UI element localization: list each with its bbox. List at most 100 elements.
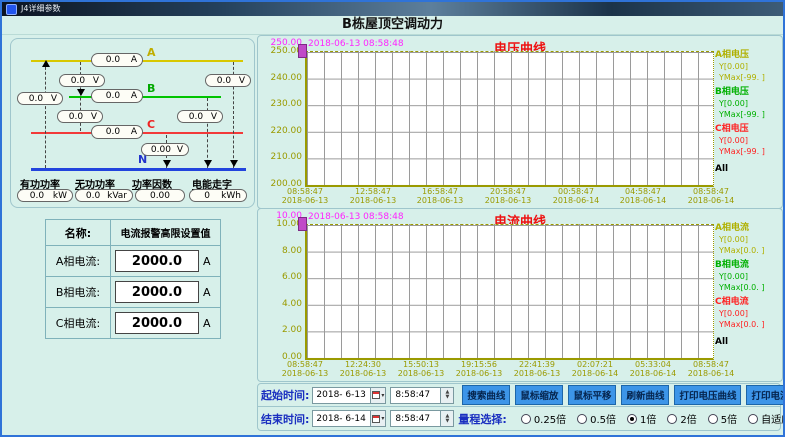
x-tick: 20:58:472018-06-13 bbox=[478, 187, 538, 205]
radio-icon[interactable] bbox=[667, 414, 677, 424]
legend-all[interactable]: All bbox=[715, 164, 728, 174]
calendar-dropdown-icon[interactable]: ▾ bbox=[370, 411, 385, 426]
cursor-timestamp: 2018-06-13 08:58:48 bbox=[308, 212, 404, 222]
phase-c-label: C bbox=[147, 118, 155, 131]
legend-phase-b-voltage[interactable]: B相电压 Y[0.00] YMax[-99. ] bbox=[715, 87, 781, 120]
arrow-up-icon bbox=[42, 60, 50, 67]
y-tick: 220.00 bbox=[260, 126, 302, 136]
x-tick: 08:58:472018-06-13 bbox=[275, 187, 335, 205]
print-current-curve-button[interactable]: 打印电流曲线 bbox=[746, 385, 785, 405]
legend-phase-a-current[interactable]: A相电流 Y[0.00] YMax[0.0. ] bbox=[715, 223, 781, 256]
unit-label: A bbox=[203, 317, 211, 330]
legend-phase-a-voltage[interactable]: A相电压 Y[0.00] YMax[-99. ] bbox=[715, 50, 781, 83]
start-date-picker[interactable]: 2018- 6-13 ▾ bbox=[312, 387, 386, 404]
end-date-picker[interactable]: 2018- 6-14 ▾ bbox=[312, 410, 386, 427]
neutral-line bbox=[31, 168, 246, 171]
range-option-05x[interactable]: 0.5倍 bbox=[577, 411, 616, 426]
value-column-header: 电流报警高限设置值 bbox=[111, 220, 221, 246]
window-title: J4详细参数 bbox=[21, 4, 60, 14]
voltage-readout: 0.0 V bbox=[59, 74, 105, 87]
arrow-down-icon bbox=[230, 160, 238, 167]
spinner-icon[interactable]: ▲▼ bbox=[440, 411, 453, 426]
alarm-settings-table: 名称: 电流报警高限设置值 A相电流: 2000.0 A B相电流: 2000.… bbox=[45, 219, 221, 339]
voltage-readout: 0.0 V bbox=[205, 74, 251, 87]
name-column-header: 名称: bbox=[46, 220, 111, 246]
range-option-2x[interactable]: 2倍 bbox=[667, 411, 696, 426]
radio-icon[interactable] bbox=[708, 414, 718, 424]
unit-label: A bbox=[203, 286, 211, 299]
phase-a-current-readout: 0.0 A bbox=[91, 53, 143, 67]
table-row: B相电流: 2000.0 A bbox=[46, 277, 221, 308]
calendar-dropdown-icon[interactable]: ▾ bbox=[370, 388, 385, 403]
print-voltage-curve-button[interactable]: 打印电压曲线 bbox=[674, 385, 741, 405]
titlebar[interactable]: J4详细参数 bbox=[2, 2, 783, 16]
reactive-power-readout: 0.0 kVar bbox=[75, 189, 133, 202]
phase-c-current-readout: 0.0 A bbox=[91, 125, 143, 139]
radio-icon[interactable] bbox=[521, 414, 531, 424]
x-tick: 16:58:472018-06-13 bbox=[410, 187, 470, 205]
end-time-spinner[interactable]: 8:58:47 ▲▼ bbox=[390, 410, 454, 427]
y-tick: 4.00 bbox=[260, 299, 302, 309]
y-tick: 210.00 bbox=[260, 152, 302, 162]
arrow-down-icon bbox=[77, 89, 85, 96]
end-time-label: 结束时间: bbox=[261, 411, 309, 427]
y-tick: 10.00 bbox=[260, 219, 302, 229]
phase-c-limit-input[interactable]: 2000.0 bbox=[115, 312, 199, 334]
mouse-pan-button[interactable]: 鼠标平移 bbox=[568, 385, 616, 405]
voltage-readout: 0.00 V bbox=[141, 143, 189, 156]
voltage-plot-area[interactable] bbox=[305, 51, 714, 187]
legend-all[interactable]: All bbox=[715, 337, 728, 347]
x-tick: 08:58:472018-06-13 bbox=[275, 360, 335, 378]
chart-cursor-handle[interactable] bbox=[298, 217, 307, 231]
range-option-5x[interactable]: 5倍 bbox=[708, 411, 737, 426]
table-row: A相电流: 2000.0 A bbox=[46, 246, 221, 277]
range-option-1x[interactable]: 1倍 bbox=[627, 411, 656, 426]
range-option-auto[interactable]: 自适应 bbox=[748, 411, 785, 426]
spinner-icon[interactable]: ▲▼ bbox=[440, 388, 453, 403]
voltage-chart-panel: 电压曲线 250.00 2018-06-13 08:58:48 250.00 2… bbox=[257, 35, 783, 209]
active-power-readout: 0.0 kW bbox=[17, 189, 73, 202]
app-window: J4详细参数 B栋屋顶空调动力 A B C N 0.0 A 0.0 A 0.0 bbox=[0, 0, 785, 437]
search-curve-button[interactable]: 搜索曲线 bbox=[462, 385, 510, 405]
voltage-readout: 0.0 V bbox=[57, 110, 103, 123]
cursor-timestamp: 2018-06-13 08:58:48 bbox=[308, 39, 404, 49]
phase-a-limit-input[interactable]: 2000.0 bbox=[115, 250, 199, 272]
legend-phase-c-current[interactable]: C相电流 Y[0.00] YMax[0.0. ] bbox=[715, 297, 781, 330]
voltage-readout: 0.0 V bbox=[177, 110, 223, 123]
arrow-down-icon bbox=[163, 160, 171, 167]
phase-b-label: B bbox=[147, 82, 155, 95]
radio-icon[interactable] bbox=[748, 414, 758, 424]
phase-a-label: A bbox=[147, 46, 156, 59]
radio-icon[interactable] bbox=[577, 414, 587, 424]
y-tick: 240.00 bbox=[260, 73, 302, 83]
start-time-spinner[interactable]: 8:58:47 ▲▼ bbox=[390, 387, 454, 404]
y-tick: 250.00 bbox=[260, 46, 302, 56]
legend-phase-b-current[interactable]: B相电流 Y[0.00] YMax[0.0. ] bbox=[715, 260, 781, 293]
refresh-curve-button[interactable]: 刷新曲线 bbox=[621, 385, 669, 405]
energy-readout: 0 kWh bbox=[189, 189, 247, 202]
chart-cursor-handle[interactable] bbox=[298, 44, 307, 58]
x-tick: 00:58:472018-06-14 bbox=[546, 187, 606, 205]
y-tick: 8.00 bbox=[260, 246, 302, 256]
phase-b-limit-input[interactable]: 2000.0 bbox=[115, 281, 199, 303]
range-option-025x[interactable]: 0.25倍 bbox=[521, 411, 566, 426]
x-tick: 02:07:212018-06-14 bbox=[565, 360, 625, 378]
radio-icon[interactable] bbox=[627, 414, 637, 424]
x-tick: 12:24:302018-06-13 bbox=[333, 360, 393, 378]
x-tick: 05:33:042018-06-14 bbox=[623, 360, 683, 378]
table-header-row: 名称: 电流报警高限设置值 bbox=[46, 220, 221, 246]
unit-label: A bbox=[203, 255, 211, 268]
start-time-row: 起始时间: 2018- 6-13 ▾ 8:58:47 ▲▼ 搜索曲线 鼠标缩放 … bbox=[258, 384, 780, 407]
phase-a-current-row-label: A相电流: bbox=[46, 246, 111, 277]
wiring-diagram-panel: A B C N 0.0 A 0.0 A 0.0 A 0.0 V 0.0 bbox=[10, 38, 255, 208]
current-plot-area[interactable] bbox=[305, 224, 714, 360]
legend-phase-c-voltage[interactable]: C相电压 Y[0.00] YMax[-99. ] bbox=[715, 124, 781, 157]
y-tick: 230.00 bbox=[260, 99, 302, 109]
mouse-zoom-button[interactable]: 鼠标缩放 bbox=[515, 385, 563, 405]
voltage-readout: 0.0 V bbox=[17, 92, 63, 105]
phase-b-current-row-label: B相电流: bbox=[46, 277, 111, 308]
x-tick: 04:58:472018-06-14 bbox=[613, 187, 673, 205]
y-tick: 6.00 bbox=[260, 272, 302, 282]
phase-b-current-readout: 0.0 A bbox=[91, 89, 143, 103]
x-tick: 12:58:472018-06-13 bbox=[343, 187, 403, 205]
